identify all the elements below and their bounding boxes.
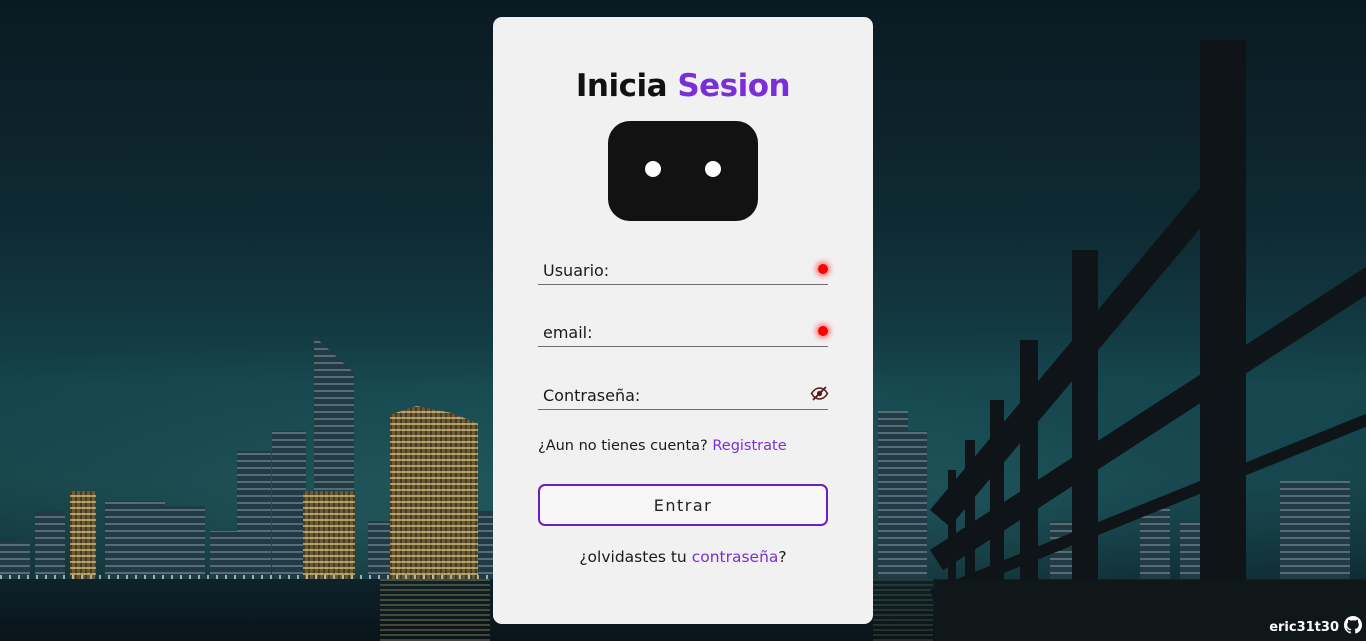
building: [1140, 506, 1170, 581]
building: [368, 521, 392, 581]
forgot-password-line: ¿olvidastes tu contraseña?: [493, 548, 873, 566]
mascot-right-eye: [705, 161, 721, 177]
building: [105, 501, 165, 581]
building: [165, 506, 205, 581]
password-field: [538, 382, 829, 410]
register-prompt: ¿Aun no tienes cuenta? Registrate: [538, 438, 787, 454]
building: [905, 431, 927, 581]
building: [390, 406, 478, 581]
water-reflection: [380, 579, 490, 641]
title-main: Inicia: [575, 68, 668, 104]
submit-button[interactable]: Entrar: [538, 484, 828, 526]
page-title: Inicia Sesion: [493, 68, 873, 104]
title-accent: Sesion: [677, 68, 791, 104]
eye-slash-icon[interactable]: [810, 385, 829, 402]
forgot-prefix: ¿olvidastes tu: [579, 548, 687, 566]
railing-post: [1200, 40, 1246, 641]
username-input[interactable]: [538, 257, 808, 284]
building: [272, 431, 306, 581]
register-link[interactable]: Registrate: [712, 438, 786, 454]
register-prompt-text: ¿Aun no tienes cuenta?: [538, 438, 708, 454]
building: [1280, 481, 1350, 581]
mascot-left-eye: [645, 161, 661, 177]
building: [237, 451, 271, 581]
forgot-suffix: ?: [778, 548, 787, 566]
login-card: Inicia Sesion ¿Aun no tienes cuenta? Reg…: [493, 17, 873, 624]
building: [303, 491, 355, 581]
author-credit[interactable]: eric31t30: [1269, 616, 1362, 638]
water-reflection: [873, 579, 933, 641]
building: [478, 511, 494, 581]
github-icon: [1344, 616, 1362, 638]
forgot-password-link[interactable]: contraseña: [692, 548, 779, 566]
email-input[interactable]: [538, 319, 808, 346]
building: [35, 511, 65, 581]
building: [878, 411, 908, 581]
email-field: [538, 319, 828, 347]
username-status-dot-icon: [818, 264, 828, 274]
building: [210, 531, 240, 581]
email-status-dot-icon: [818, 326, 828, 336]
username-field: [538, 257, 828, 285]
password-input[interactable]: [538, 382, 808, 409]
building: [70, 491, 96, 581]
author-name: eric31t30: [1269, 619, 1339, 635]
mascot-face-icon: [608, 121, 758, 221]
